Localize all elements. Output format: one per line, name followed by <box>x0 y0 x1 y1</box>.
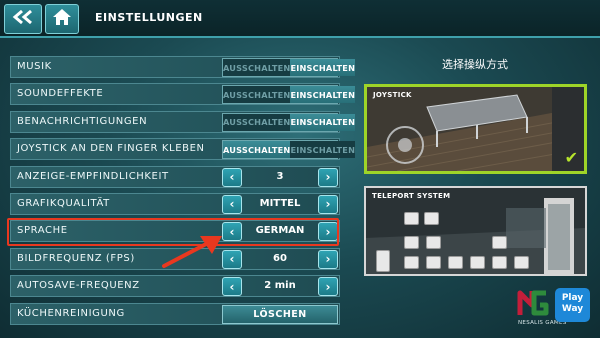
setting-row-autosave: AUTOSAVE-FREQUENZ ‹ 2 min › <box>10 275 340 298</box>
settings-list: MUSIK AUSSCHALTEN EINSCHALTEN SOUNDEFFEK… <box>10 56 356 330</box>
grid-icon[interactable] <box>424 212 439 225</box>
pot-icon[interactable] <box>426 256 441 269</box>
nesalis-games-logo <box>517 290 549 316</box>
setting-label: AUTOSAVE-FREQUENZ <box>17 280 140 292</box>
playway-text-line2: Way <box>561 304 584 314</box>
page-title: EINSTELLUNGEN <box>95 11 203 24</box>
chevron-left-icon: ‹ <box>229 197 235 212</box>
joystick-preview-image <box>367 87 584 171</box>
playway-text-line1: Play <box>561 293 584 303</box>
toggle-off-option[interactable]: AUSSCHALTEN <box>223 59 291 76</box>
setting-label: SPRACHE <box>17 225 68 237</box>
toggle-off-option[interactable]: AUSSCHALTEN <box>223 141 291 159</box>
teleport-option-card[interactable]: TELEPORT SYSTEM <box>364 186 587 276</box>
increase-button[interactable]: › <box>318 194 338 214</box>
decrease-button[interactable]: ‹ <box>222 277 242 297</box>
stepper-value: MITTEL <box>259 197 301 209</box>
chevron-right-icon: › <box>325 279 331 294</box>
box-icon[interactable] <box>514 256 529 269</box>
toggle-on-option[interactable]: EINSCHALTEN <box>290 59 356 76</box>
stepper-value: 60 <box>273 252 287 264</box>
graphics-quality-stepper: ‹ MITTEL › <box>222 194 338 214</box>
toggle-on-option[interactable]: EINSCHALTEN <box>290 86 356 104</box>
chevron-right-icon: › <box>325 170 331 185</box>
footprints-icon[interactable] <box>376 250 390 272</box>
autosave-stepper: ‹ 2 min › <box>222 277 338 297</box>
setting-row-display-sensitivity: ANZEIGE-EMPFINDLICHKEIT ‹ 3 › <box>10 165 340 188</box>
sensitivity-stepper: ‹ 3 › <box>222 167 338 187</box>
red-arrow-icon <box>162 236 222 268</box>
setting-row-notifications: BENACHRICHTIGUNGEN AUSSCHALTEN EINSCHALT… <box>10 110 356 133</box>
chevron-left-icon: ‹ <box>229 224 235 239</box>
setting-row-joystick-stick: JOYSTICK AN DEN FINGER KLEBEN AUSSCHALTE… <box>10 138 356 161</box>
setting-row-sound-effects: SOUNDEFFEKTE AUSSCHALTEN EINSCHALTEN <box>10 83 356 106</box>
frame-rate-stepper: ‹ 60 › <box>222 249 338 269</box>
toggle-off-option[interactable]: AUSSCHALTEN <box>223 113 291 131</box>
checkmark-icon: ✔ <box>564 148 578 167</box>
home-icon <box>52 8 72 30</box>
back-button[interactable] <box>4 4 42 34</box>
faucet-icon[interactable] <box>470 256 485 269</box>
chevron-right-icon: › <box>325 252 331 267</box>
decrease-button[interactable]: ‹ <box>222 194 242 214</box>
document-icon[interactable] <box>448 256 463 269</box>
toggle-off-option[interactable]: AUSSCHALTEN <box>223 86 291 104</box>
teleport-label: TELEPORT SYSTEM <box>372 192 451 200</box>
setting-label: GRAFIKQUALITÄT <box>17 197 110 209</box>
setting-label: SOUNDEFFEKTE <box>17 88 104 100</box>
toggle-on-option[interactable]: EINSCHALTEN <box>290 141 356 159</box>
increase-button[interactable]: › <box>318 249 338 269</box>
chevron-right-icon: › <box>325 224 331 239</box>
joystick-stick-toggle: AUSSCHALTEN EINSCHALTEN <box>222 140 356 160</box>
toggle-icon[interactable] <box>492 236 507 249</box>
playway-logo: Play Way <box>555 288 590 322</box>
lock-icon[interactable] <box>426 236 441 249</box>
chevron-left-icon: ‹ <box>229 279 235 294</box>
chevron-right-icon: › <box>325 197 331 212</box>
delete-button[interactable]: LÖSCHEN <box>222 304 338 324</box>
setting-label: BILDFREQUENZ (FPS) <box>17 252 135 264</box>
lock-icon[interactable] <box>404 236 419 249</box>
setting-label: ANZEIGE-EMPFINDLICHKEIT <box>17 170 169 182</box>
increase-button[interactable]: › <box>318 277 338 297</box>
setting-row-kitchen-cleaning: KÜCHENREINIGUNG LÖSCHEN <box>10 302 340 325</box>
setting-label: MUSIK <box>17 61 52 72</box>
knife-icon[interactable] <box>492 256 507 269</box>
stepper-value: 3 <box>276 170 284 182</box>
notifications-toggle: AUSSCHALTEN EINSCHALTEN <box>222 112 356 132</box>
joystick-label: JOYSTICK <box>373 91 412 99</box>
control-mode-title: 选择操纵方式 <box>442 58 508 71</box>
decrease-button[interactable]: ‹ <box>222 167 242 187</box>
chevron-left-icon: ‹ <box>229 170 235 185</box>
setting-row-graphics-quality: GRAFIKQUALITÄT ‹ MITTEL › <box>10 192 340 215</box>
language-stepper: ‹ GERMAN › <box>222 222 338 242</box>
setting-label: BENACHRICHTIGUNGEN <box>17 115 148 127</box>
toggle-on-option[interactable]: EINSCHALTEN <box>290 113 356 131</box>
increase-button[interactable]: › <box>318 222 338 242</box>
hand-icon[interactable] <box>404 212 419 225</box>
chevron-left-icon: ‹ <box>229 252 235 267</box>
stepper-value: 2 min <box>264 280 296 292</box>
joystick-option-card[interactable]: JOYSTICK ✔ <box>364 84 587 174</box>
setting-row-music: MUSIK AUSSCHALTEN EINSCHALTEN <box>10 56 356 78</box>
double-chevron-left-icon <box>11 9 35 29</box>
setting-label: JOYSTICK AN DEN FINGER KLEBEN <box>17 143 205 155</box>
increase-button[interactable]: › <box>318 167 338 187</box>
top-bar: EINSTELLUNGEN <box>0 0 600 38</box>
sound-effects-toggle: AUSSCHALTEN EINSCHALTEN <box>222 85 356 105</box>
setting-label: KÜCHENREINIGUNG <box>17 307 125 319</box>
grill-icon[interactable] <box>404 256 419 269</box>
music-toggle: AUSSCHALTEN EINSCHALTEN <box>222 58 356 77</box>
home-button[interactable] <box>45 4 79 34</box>
stepper-value: GERMAN <box>255 225 305 237</box>
